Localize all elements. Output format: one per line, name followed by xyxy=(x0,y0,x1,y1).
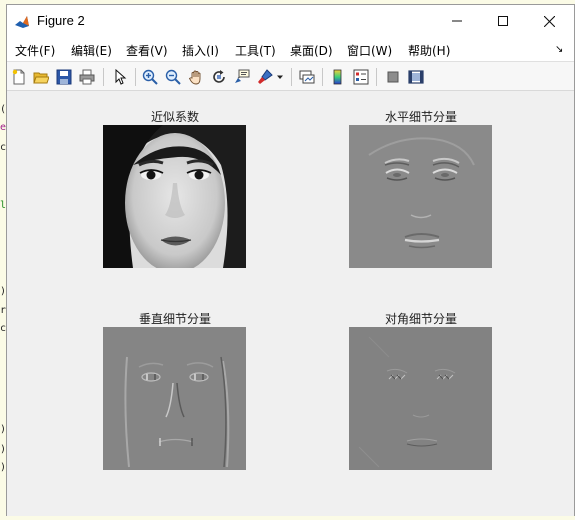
menu-desktop[interactable]: 桌面(D) xyxy=(290,42,333,59)
data-cursor-icon[interactable] xyxy=(233,68,251,86)
zoom-in-icon[interactable] xyxy=(141,68,159,86)
rotate-3d-icon[interactable] xyxy=(210,68,228,86)
legend-icon[interactable] xyxy=(352,68,370,86)
subplot-title-horizontal-detail: 水平细节分量 xyxy=(384,110,458,124)
print-icon[interactable] xyxy=(78,68,96,86)
dock-arrow-icon[interactable]: ↘ xyxy=(555,44,563,55)
matlab-logo-icon xyxy=(14,14,30,30)
figure-canvas[interactable]: 近似系数 水平细节分量 垂直细节分量 对角细节分量 xyxy=(7,92,574,516)
maximize-button[interactable] xyxy=(480,5,526,37)
figure-window: Figure 2 文件(F) 编辑(E) 查看(V) 插入(I) 工具(T) 桌… xyxy=(6,4,575,516)
menu-edit[interactable]: 编辑(E) xyxy=(71,42,112,59)
figure-toolbar xyxy=(7,61,574,91)
toolbar-separator xyxy=(103,68,104,86)
window-title: Figure 2 xyxy=(37,13,85,28)
maximize-icon xyxy=(498,16,508,26)
menu-view[interactable]: 查看(V) xyxy=(126,42,168,59)
title-bar[interactable]: Figure 2 xyxy=(7,5,574,37)
open-file-icon[interactable] xyxy=(32,68,50,86)
menu-bar: 文件(F) 编辑(E) 查看(V) 插入(I) 工具(T) 桌面(D) 窗口(W… xyxy=(7,37,574,61)
brush-icon[interactable] xyxy=(256,68,274,86)
close-icon xyxy=(543,15,555,27)
menu-file[interactable]: 文件(F) xyxy=(15,42,55,59)
image-diagonal-detail[interactable] xyxy=(349,327,492,470)
menu-window[interactable]: 窗口(W) xyxy=(347,42,392,59)
colorbar-icon[interactable] xyxy=(329,68,347,86)
brush-dropdown-icon[interactable] xyxy=(275,68,285,86)
subplot-title-diagonal-detail: 对角细节分量 xyxy=(384,312,458,326)
toolbar-separator xyxy=(291,68,292,86)
image-horizontal-detail[interactable] xyxy=(349,125,492,268)
image-approximation[interactable] xyxy=(103,125,246,268)
show-plot-tools-icon[interactable] xyxy=(407,68,425,86)
subplot-title-approximation: 近似系数 xyxy=(150,110,200,124)
save-icon[interactable] xyxy=(55,68,73,86)
pan-hand-icon[interactable] xyxy=(187,68,205,86)
menu-insert[interactable]: 插入(I) xyxy=(182,42,219,59)
menu-help[interactable]: 帮助(H) xyxy=(408,42,450,59)
subplot-title-vertical-detail: 垂直细节分量 xyxy=(138,312,212,326)
select-arrow-icon[interactable] xyxy=(111,68,129,86)
close-button[interactable] xyxy=(526,5,572,37)
link-plot-icon[interactable] xyxy=(298,68,316,86)
menu-tools[interactable]: 工具(T) xyxy=(235,42,276,59)
minimize-button[interactable] xyxy=(434,5,480,37)
zoom-out-icon[interactable] xyxy=(164,68,182,86)
minimize-icon xyxy=(452,20,462,22)
image-vertical-detail[interactable] xyxy=(103,327,246,470)
hide-plot-tools-icon[interactable] xyxy=(384,68,402,86)
toolbar-separator xyxy=(376,68,377,86)
toolbar-separator xyxy=(322,68,323,86)
toolbar-separator xyxy=(135,68,136,86)
new-figure-icon[interactable] xyxy=(10,68,28,86)
